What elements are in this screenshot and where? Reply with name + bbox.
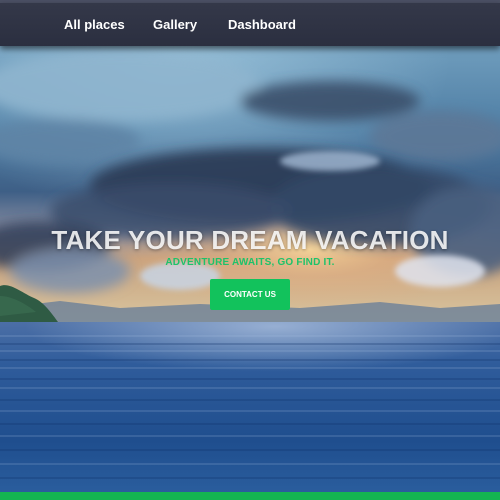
hero-title: TAKE YOUR DREAM VACATION	[51, 225, 449, 255]
contact-us-button[interactable]: CONTACT US	[210, 279, 290, 310]
nav-link-dashboard[interactable]: Dashboard	[228, 17, 296, 32]
hero-section: TAKE YOUR DREAM VACATION ADVENTURE AWAIT…	[0, 46, 500, 492]
page: All places Gallery Dashboard TAKE YOUR D…	[0, 0, 500, 500]
hero-subtitle: ADVENTURE AWAITS, GO FIND IT.	[165, 257, 335, 268]
nav-link-all-places[interactable]: All places	[64, 17, 125, 32]
nav-link-gallery[interactable]: Gallery	[153, 17, 197, 32]
footer-accent-bar	[0, 492, 500, 500]
hero-background-image	[0, 46, 500, 492]
navbar: All places Gallery Dashboard	[0, 3, 500, 46]
